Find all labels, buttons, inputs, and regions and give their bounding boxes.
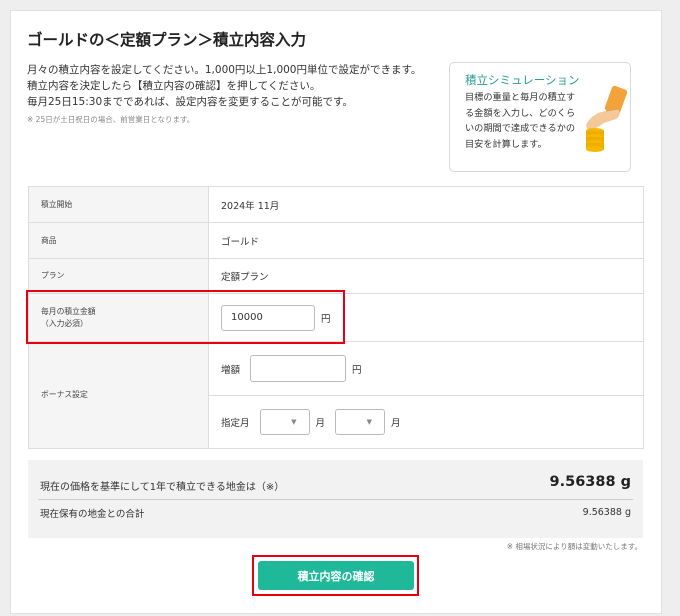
hand-holding-gold-coins-icon	[586, 85, 628, 152]
intro-text: 月々の積立内容を設定してください。1,000円以上1,000円単位で設定ができま…	[27, 62, 421, 110]
month-label: 指定月	[221, 418, 250, 429]
monthly-amount-highlight	[26, 290, 345, 344]
chevron-down-icon: ▼	[366, 418, 373, 426]
month-1-unit: 月	[315, 418, 326, 429]
holiday-note: ※ 25日が土日祝日の場合、前営業日となります。	[27, 115, 195, 124]
summary-box: 現在の価格を基準にして1年で積立できる地金は（※） 9.56388 g 現在保有…	[28, 460, 643, 538]
market-note: ※ 相場状況により額は変動いたします。	[506, 542, 642, 551]
row-bonus: ボーナス設定 増額 円 指定月 ▼ 月 ▼ 月	[29, 342, 644, 449]
total-holdings-value: 9.56388 g	[582, 507, 631, 518]
plan-label: プラン	[29, 259, 209, 293]
month-2-unit: 月	[391, 418, 401, 429]
simulation-banner[interactable]: 積立シミュレーション 目標の重量と毎月の積立する金額を入力し、どのくらいの期間で…	[449, 62, 631, 172]
row-start: 積立開始 2024年 11月	[29, 187, 644, 223]
bonus-cell: 増額 円 指定月 ▼ 月 ▼ 月	[209, 342, 644, 448]
yearly-amount-value: 9.56388 g	[549, 474, 631, 490]
row-plan: プラン 定額プラン	[29, 259, 644, 294]
bonus-month-row: 指定月 ▼ 月 ▼ 月	[209, 395, 643, 448]
confirm-button-highlight	[252, 555, 419, 596]
increase-label: 増額	[221, 364, 241, 376]
total-holdings-label: 現在保有の地金との合計	[40, 509, 145, 520]
product-label: 商品	[29, 223, 209, 258]
intro-line-1: 月々の積立内容を設定してください。1,000円以上1,000円単位で設定ができま…	[27, 64, 422, 76]
summary-divider	[38, 499, 633, 500]
chevron-down-icon: ▼	[291, 418, 297, 426]
increase-unit: 円	[352, 364, 362, 376]
start-value: 2024年 11月	[209, 187, 644, 222]
yearly-amount-label: 現在の価格を基準にして1年で積立できる地金は（※）	[40, 482, 285, 493]
plan-value: 定額プラン	[209, 259, 644, 293]
row-product: 商品 ゴールド	[29, 223, 644, 259]
increase-amount-input[interactable]	[250, 355, 347, 382]
start-label: 積立開始	[29, 187, 209, 222]
intro-line-2: 積立内容を決定したら【積立内容の確認】を押してください。	[27, 80, 321, 92]
product-value: ゴールド	[209, 223, 644, 258]
simulation-title[interactable]: 積立シミュレーション	[465, 72, 580, 88]
simulation-description: 目標の重量と毎月の積立する金額を入力し、どのくらいの期間で達成できるかの目安を計…	[465, 92, 576, 150]
bonus-month-1-select[interactable]: ▼	[259, 409, 310, 435]
bonus-month-2-select[interactable]: ▼	[335, 409, 386, 435]
bonus-label: ボーナス設定	[29, 342, 209, 448]
page-title: ゴールドの＜定額プラン＞積立内容入力	[27, 31, 307, 49]
intro-line-3: 毎月25日15:30までであれば、設定内容を変更することが可能です。	[27, 96, 353, 108]
bonus-increase-row: 増額 円	[209, 342, 643, 395]
